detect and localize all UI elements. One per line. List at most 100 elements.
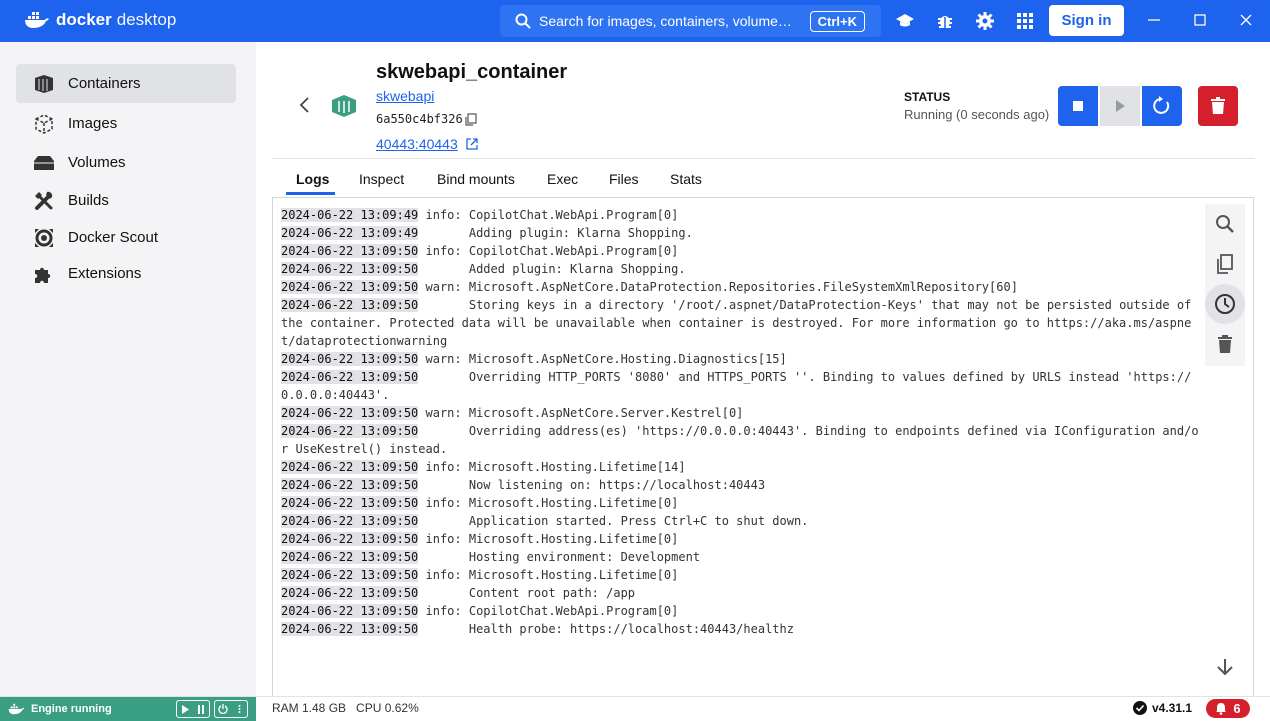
- container-port-link[interactable]: 40443:40443: [376, 136, 458, 152]
- cpu-usage: CPU 0.62%: [356, 701, 419, 715]
- log-timestamp: 2024-06-22 13:09:50: [281, 622, 419, 636]
- log-message: info: Microsoft.Hosting.Lifetime[0]: [418, 568, 679, 582]
- resource-stats: RAM 1.48 GB CPU 0.62%: [272, 701, 419, 715]
- log-line: 2024-06-22 13:09:50 Added plugin: Klarna…: [281, 260, 1201, 278]
- log-message: warn: Microsoft.AspNetCore.DataProtectio…: [418, 280, 1018, 294]
- log-line: 2024-06-22 13:09:49 info: CopilotChat.We…: [281, 206, 1201, 224]
- delete-button[interactable]: [1198, 86, 1238, 126]
- engine-controls: [176, 700, 248, 718]
- version-info[interactable]: v4.31.1: [1133, 701, 1192, 715]
- search-icon: [515, 13, 531, 29]
- sign-in-button[interactable]: Sign in: [1049, 5, 1124, 36]
- log-line: 2024-06-22 13:09:50 Hosting environment:…: [281, 548, 1201, 566]
- builds-icon: [32, 189, 56, 213]
- extensions-grid-icon[interactable]: [1015, 11, 1035, 31]
- log-line: 2024-06-22 13:09:50 warn: Microsoft.AspN…: [281, 350, 1201, 368]
- sidebar-item-builds[interactable]: Builds: [16, 181, 236, 220]
- tab-files[interactable]: Files: [609, 171, 639, 187]
- title-bar: docker desktop Search for images, contai…: [0, 0, 1270, 42]
- play-icon: [182, 704, 189, 714]
- log-output[interactable]: 2024-06-22 13:09:49 info: CopilotChat.We…: [281, 206, 1201, 638]
- log-line: 2024-06-22 13:09:50 Application started.…: [281, 512, 1201, 530]
- tab-logs[interactable]: Logs: [296, 171, 329, 187]
- docker-whale-icon: [8, 703, 25, 715]
- log-timestamp: 2024-06-22 13:09:50: [281, 424, 419, 438]
- log-message: Overriding HTTP_PORTS '8080' and HTTPS_P…: [281, 370, 1192, 402]
- close-icon[interactable]: [1238, 12, 1254, 28]
- log-message: warn: Microsoft.AspNetCore.Server.Kestre…: [418, 406, 744, 420]
- log-timestamp: 2024-06-22 13:09:50: [281, 478, 419, 492]
- log-message: info: Microsoft.Hosting.Lifetime[14]: [418, 460, 686, 474]
- log-message: Overriding address(es) 'https://0.0.0.0:…: [281, 424, 1199, 456]
- header-divider: [272, 158, 1255, 159]
- log-line: 2024-06-22 13:09:50 Now listening on: ht…: [281, 476, 1201, 494]
- timestamps-toggle-button[interactable]: [1205, 284, 1245, 324]
- maximize-icon[interactable]: [1192, 12, 1208, 28]
- back-arrow-icon[interactable]: [296, 96, 314, 114]
- log-line: 2024-06-22 13:09:50 warn: Microsoft.AspN…: [281, 278, 1201, 296]
- log-timestamp: 2024-06-22 13:09:50: [281, 460, 419, 474]
- sidebar-item-containers[interactable]: Containers: [16, 64, 236, 103]
- container-image-link[interactable]: skwebapi: [376, 88, 434, 104]
- log-timestamp: 2024-06-22 13:09:50: [281, 262, 419, 276]
- trash-icon: [1211, 97, 1225, 114]
- docker-scout-icon: [32, 226, 56, 250]
- sidebar-item-volumes[interactable]: Volumes: [16, 143, 236, 182]
- learning-center-icon[interactable]: [895, 11, 915, 31]
- log-message: Now listening on: https://localhost:4044…: [418, 478, 766, 492]
- stop-button[interactable]: [1058, 86, 1098, 126]
- scroll-to-bottom-icon[interactable]: [1214, 656, 1236, 678]
- minimize-icon[interactable]: [1146, 12, 1162, 28]
- tab-bind-mounts[interactable]: Bind mounts: [437, 171, 515, 187]
- log-message: Storing keys in a directory '/root/.aspn…: [281, 298, 1199, 348]
- log-line: 2024-06-22 13:09:50 info: Microsoft.Host…: [281, 458, 1201, 476]
- tab-exec[interactable]: Exec: [547, 171, 578, 187]
- brand-docker: docker: [56, 10, 112, 29]
- engine-power-button[interactable]: [214, 700, 248, 718]
- log-message: Health probe: https://localhost:40443/he…: [418, 622, 794, 636]
- brand-desktop: desktop: [116, 10, 177, 29]
- power-icon: [218, 704, 228, 714]
- container-id: 6a550c4bf326: [376, 112, 463, 126]
- sidebar-item-docker-scout[interactable]: Docker Scout: [16, 218, 236, 257]
- log-message: info: Microsoft.Hosting.Lifetime[0]: [418, 532, 679, 546]
- troubleshoot-bug-icon[interactable]: [935, 11, 955, 31]
- copy-icon[interactable]: [464, 113, 477, 126]
- engine-status-label: Engine running: [31, 703, 112, 715]
- log-timestamp: 2024-06-22 13:09:50: [281, 244, 419, 258]
- bell-icon: [1216, 703, 1227, 715]
- clock-icon: [1215, 294, 1235, 314]
- status-label: STATUS: [904, 90, 951, 104]
- trash-icon: [1218, 335, 1232, 353]
- search-logs-button[interactable]: [1205, 204, 1245, 244]
- sidebar-item-label: Images: [68, 115, 118, 132]
- log-line: 2024-06-22 13:09:49 Adding plugin: Klarn…: [281, 224, 1201, 242]
- tab-stats[interactable]: Stats: [670, 171, 702, 187]
- restart-button[interactable]: [1142, 86, 1182, 126]
- sidebar: Containers Images Volumes Builds Docker …: [0, 42, 256, 696]
- search-bar[interactable]: Search for images, containers, volume… C…: [500, 5, 881, 37]
- status-value: Running (0 seconds ago): [904, 107, 1050, 122]
- sidebar-item-label: Docker Scout: [68, 229, 159, 246]
- container-name: skwebapi_container: [376, 61, 568, 83]
- notifications-badge[interactable]: 6: [1206, 699, 1250, 718]
- log-line: 2024-06-22 13:09:50 Overriding HTTP_PORT…: [281, 368, 1201, 404]
- engine-play-pause-button[interactable]: [176, 700, 210, 718]
- log-timestamp: 2024-06-22 13:09:50: [281, 370, 419, 384]
- settings-gear-icon[interactable]: [975, 11, 995, 31]
- version-label: v4.31.1: [1152, 701, 1193, 715]
- log-message: info: Microsoft.Hosting.Lifetime[0]: [418, 496, 679, 510]
- start-button[interactable]: [1100, 86, 1140, 126]
- sidebar-item-label: Containers: [68, 75, 141, 92]
- copy-logs-button[interactable]: [1205, 244, 1245, 284]
- external-link-icon[interactable]: [466, 138, 478, 150]
- log-line: 2024-06-22 13:09:50 info: Microsoft.Host…: [281, 494, 1201, 512]
- sidebar-item-extensions[interactable]: Extensions: [16, 254, 236, 293]
- log-message: Hosting environment: Development: [418, 550, 701, 564]
- tab-inspect[interactable]: Inspect: [359, 171, 404, 187]
- log-message: info: CopilotChat.WebApi.Program[0]: [418, 244, 679, 258]
- sidebar-item-images[interactable]: Images: [16, 104, 236, 143]
- log-line: 2024-06-22 13:09:50 info: CopilotChat.We…: [281, 242, 1201, 260]
- clear-logs-button[interactable]: [1205, 324, 1245, 364]
- ram-usage: RAM 1.48 GB: [272, 701, 347, 715]
